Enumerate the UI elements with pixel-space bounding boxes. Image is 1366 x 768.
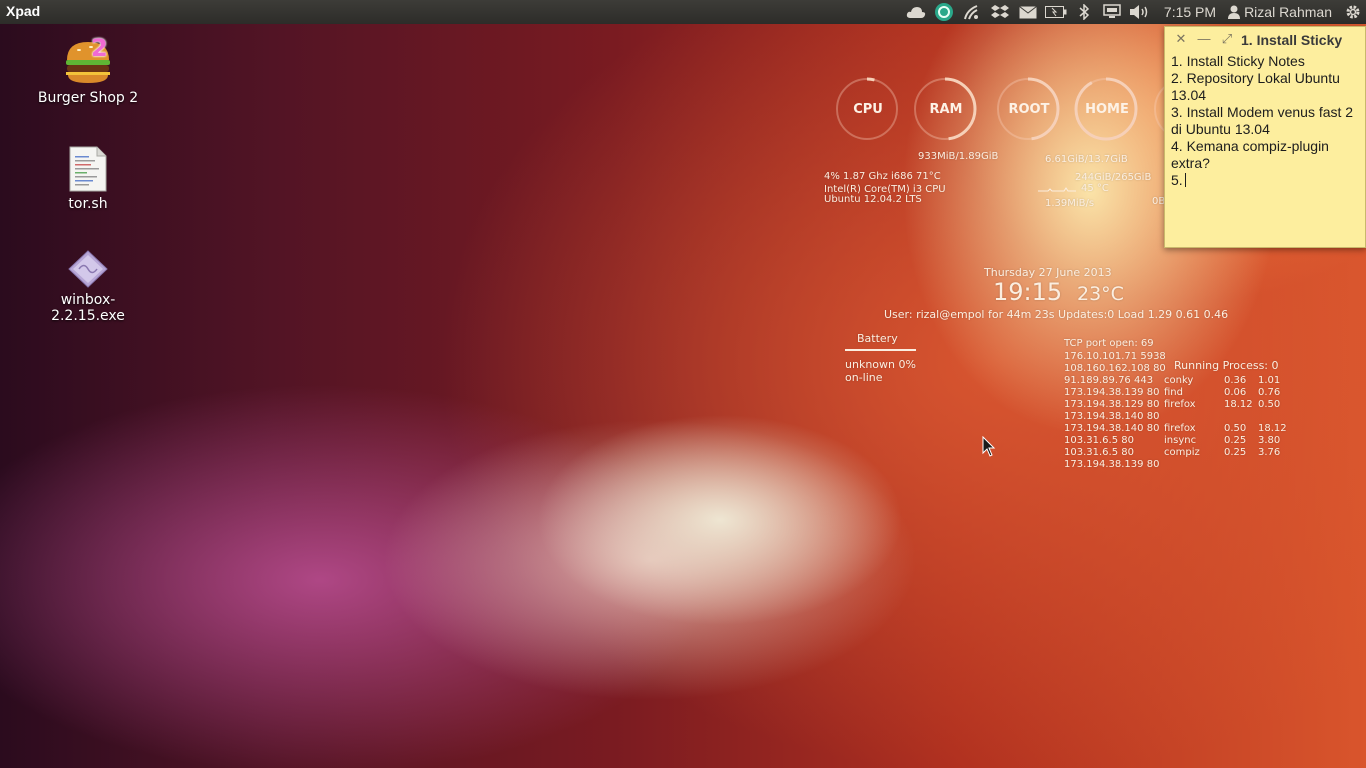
tcp-port-entry: 103.31.6.5 80 bbox=[1064, 435, 1134, 446]
tcp-port-entry: 103.31.6.5 80 bbox=[1064, 447, 1134, 458]
xpad-sticky-note[interactable]: ✕ — ⤢ 1. Install Sticky 1. Install Stick… bbox=[1164, 26, 1366, 248]
bluetooth-icon[interactable] bbox=[1070, 0, 1098, 24]
battery-divider bbox=[845, 349, 916, 351]
desktop-icon-label: winbox-2.2.15.exe bbox=[51, 292, 125, 324]
process-a: 0.50 bbox=[1224, 423, 1247, 434]
battery-icon[interactable] bbox=[1042, 0, 1070, 24]
conky-rings bbox=[835, 77, 1216, 141]
display-icon[interactable] bbox=[1098, 0, 1126, 24]
process-b: 0.50 bbox=[1258, 399, 1281, 410]
sticky-titlebar[interactable]: ✕ — ⤢ 1. Install Sticky bbox=[1165, 27, 1365, 53]
sync-icon[interactable] bbox=[930, 0, 958, 24]
desktop-icon-winbox[interactable]: winbox-2.2.15.exe bbox=[28, 250, 148, 324]
process-a: 0.06 bbox=[1224, 387, 1247, 398]
process-b: 18.12 bbox=[1258, 423, 1287, 434]
tcp-port-entry: 176.10.101.71 5938 bbox=[1064, 351, 1166, 362]
note-line: 5. bbox=[1171, 172, 1361, 189]
process-name: firefox bbox=[1164, 399, 1196, 410]
process-a: 0.25 bbox=[1224, 447, 1247, 458]
time-text: 19:15 bbox=[993, 278, 1063, 306]
process-name: insync bbox=[1164, 435, 1197, 446]
disk-temp-text: 45 °C bbox=[1081, 183, 1109, 194]
user-menu[interactable]: Rizal Rahman bbox=[1224, 0, 1340, 24]
ram-usage-text: 933MiB/1.89GiB bbox=[918, 151, 999, 162]
process-a: 18.12 bbox=[1224, 399, 1253, 410]
burger-game-icon: 2 bbox=[63, 34, 113, 86]
process-a: 0.25 bbox=[1224, 435, 1247, 446]
process-name: conky bbox=[1164, 375, 1194, 386]
tcp-port-entry: 173.194.38.139 80 bbox=[1064, 387, 1160, 398]
session-gear-icon[interactable] bbox=[1340, 0, 1366, 24]
home-usage-text: 244GiB/265GiB bbox=[1075, 172, 1152, 183]
process-b: 3.76 bbox=[1258, 447, 1281, 458]
user-icon bbox=[1228, 5, 1241, 19]
user-status-line: User: rizal@empol for 44m 23s Updates:0 … bbox=[884, 308, 1229, 321]
tcp-title: TCP port open: 69 bbox=[1064, 338, 1154, 349]
root-usage-text: 6.61GiB/13.7GiB bbox=[1045, 154, 1128, 165]
note-line: 4. Kemana compiz-plugin extra? bbox=[1171, 138, 1329, 171]
tcp-port-entry: 108.160.162.108 80 bbox=[1064, 363, 1166, 374]
volume-icon[interactable] bbox=[1126, 0, 1154, 24]
cpu-info-line: 4% 1.87 Ghz i686 71°C bbox=[824, 171, 941, 182]
mouse-cursor bbox=[982, 436, 996, 457]
text-caret bbox=[1184, 173, 1186, 187]
top-panel: Xpad 7:15 PM Rizal Rahman bbox=[0, 0, 1366, 24]
sticky-title: 1. Install Sticky bbox=[1241, 32, 1343, 48]
clock[interactable]: 7:15 PM bbox=[1154, 0, 1224, 24]
process-name: find bbox=[1164, 387, 1183, 398]
process-title: Running Process: 0 bbox=[1174, 359, 1279, 372]
home-ring-label: HOME bbox=[1085, 102, 1129, 117]
desktop-icon-burger-shop[interactable]: 2 Burger Shop 2 bbox=[28, 34, 148, 106]
active-app-title[interactable]: Xpad bbox=[6, 3, 40, 19]
tcp-port-entry: 91.189.89.76 443 bbox=[1064, 375, 1154, 386]
close-icon[interactable]: ✕ bbox=[1173, 31, 1189, 47]
battery-status: unknown 0% bbox=[845, 358, 916, 371]
text-file-icon bbox=[69, 146, 107, 192]
process-b: 0.76 bbox=[1258, 387, 1281, 398]
user-name: Rizal Rahman bbox=[1244, 4, 1332, 20]
process-name: firefox bbox=[1164, 423, 1196, 434]
process-b: 3.80 bbox=[1258, 435, 1281, 446]
cpu-ring-label: CPU bbox=[853, 102, 883, 117]
sticky-text-area[interactable]: 1. Install Sticky Notes 2. Repository Lo… bbox=[1165, 53, 1365, 189]
net-graph bbox=[1038, 187, 1076, 192]
dropbox-icon[interactable] bbox=[986, 0, 1014, 24]
battery-title: Battery bbox=[857, 332, 898, 345]
tcp-port-entry: 173.194.38.129 80 bbox=[1064, 399, 1160, 410]
executable-icon bbox=[68, 250, 108, 288]
tcp-port-entry: 173.194.38.139 80 bbox=[1064, 459, 1160, 470]
desktop-icon-tor-sh[interactable]: tor.sh bbox=[28, 146, 148, 212]
note-line: 3. Install Modem venus fast 2 di Ubuntu … bbox=[1171, 104, 1354, 137]
tcp-port-entry: 173.194.38.140 80 bbox=[1064, 411, 1160, 422]
temperature-text: 23°C bbox=[1077, 283, 1124, 305]
note-line: 1. Install Sticky Notes bbox=[1171, 53, 1305, 69]
indicator-area: 7:15 PM Rizal Rahman bbox=[902, 0, 1366, 24]
tcp-port-entry: 173.194.38.140 80 bbox=[1064, 423, 1160, 434]
battery-line: on-line bbox=[845, 371, 883, 384]
network-signal-icon[interactable] bbox=[958, 0, 986, 24]
note-line: 2. Repository Lokal Ubuntu 13.04 bbox=[1171, 70, 1340, 103]
mail-icon[interactable] bbox=[1014, 0, 1042, 24]
net-speed-text: 1.39MiB/s bbox=[1045, 198, 1095, 209]
cloud-icon[interactable] bbox=[902, 0, 930, 24]
ram-ring-label: RAM bbox=[929, 102, 963, 117]
process-name: compiz bbox=[1164, 447, 1200, 458]
root-ring-label: ROOT bbox=[1008, 102, 1050, 117]
maximize-icon[interactable]: ⤢ bbox=[1219, 31, 1235, 47]
desktop-icon-label: tor.sh bbox=[68, 196, 108, 212]
minimize-icon[interactable]: — bbox=[1196, 31, 1212, 47]
desktop-icon-label: Burger Shop 2 bbox=[37, 90, 139, 106]
process-a: 0.36 bbox=[1224, 375, 1247, 386]
os-version-text: Ubuntu 12.04.2 LTS bbox=[824, 194, 922, 205]
process-b: 1.01 bbox=[1258, 375, 1281, 386]
